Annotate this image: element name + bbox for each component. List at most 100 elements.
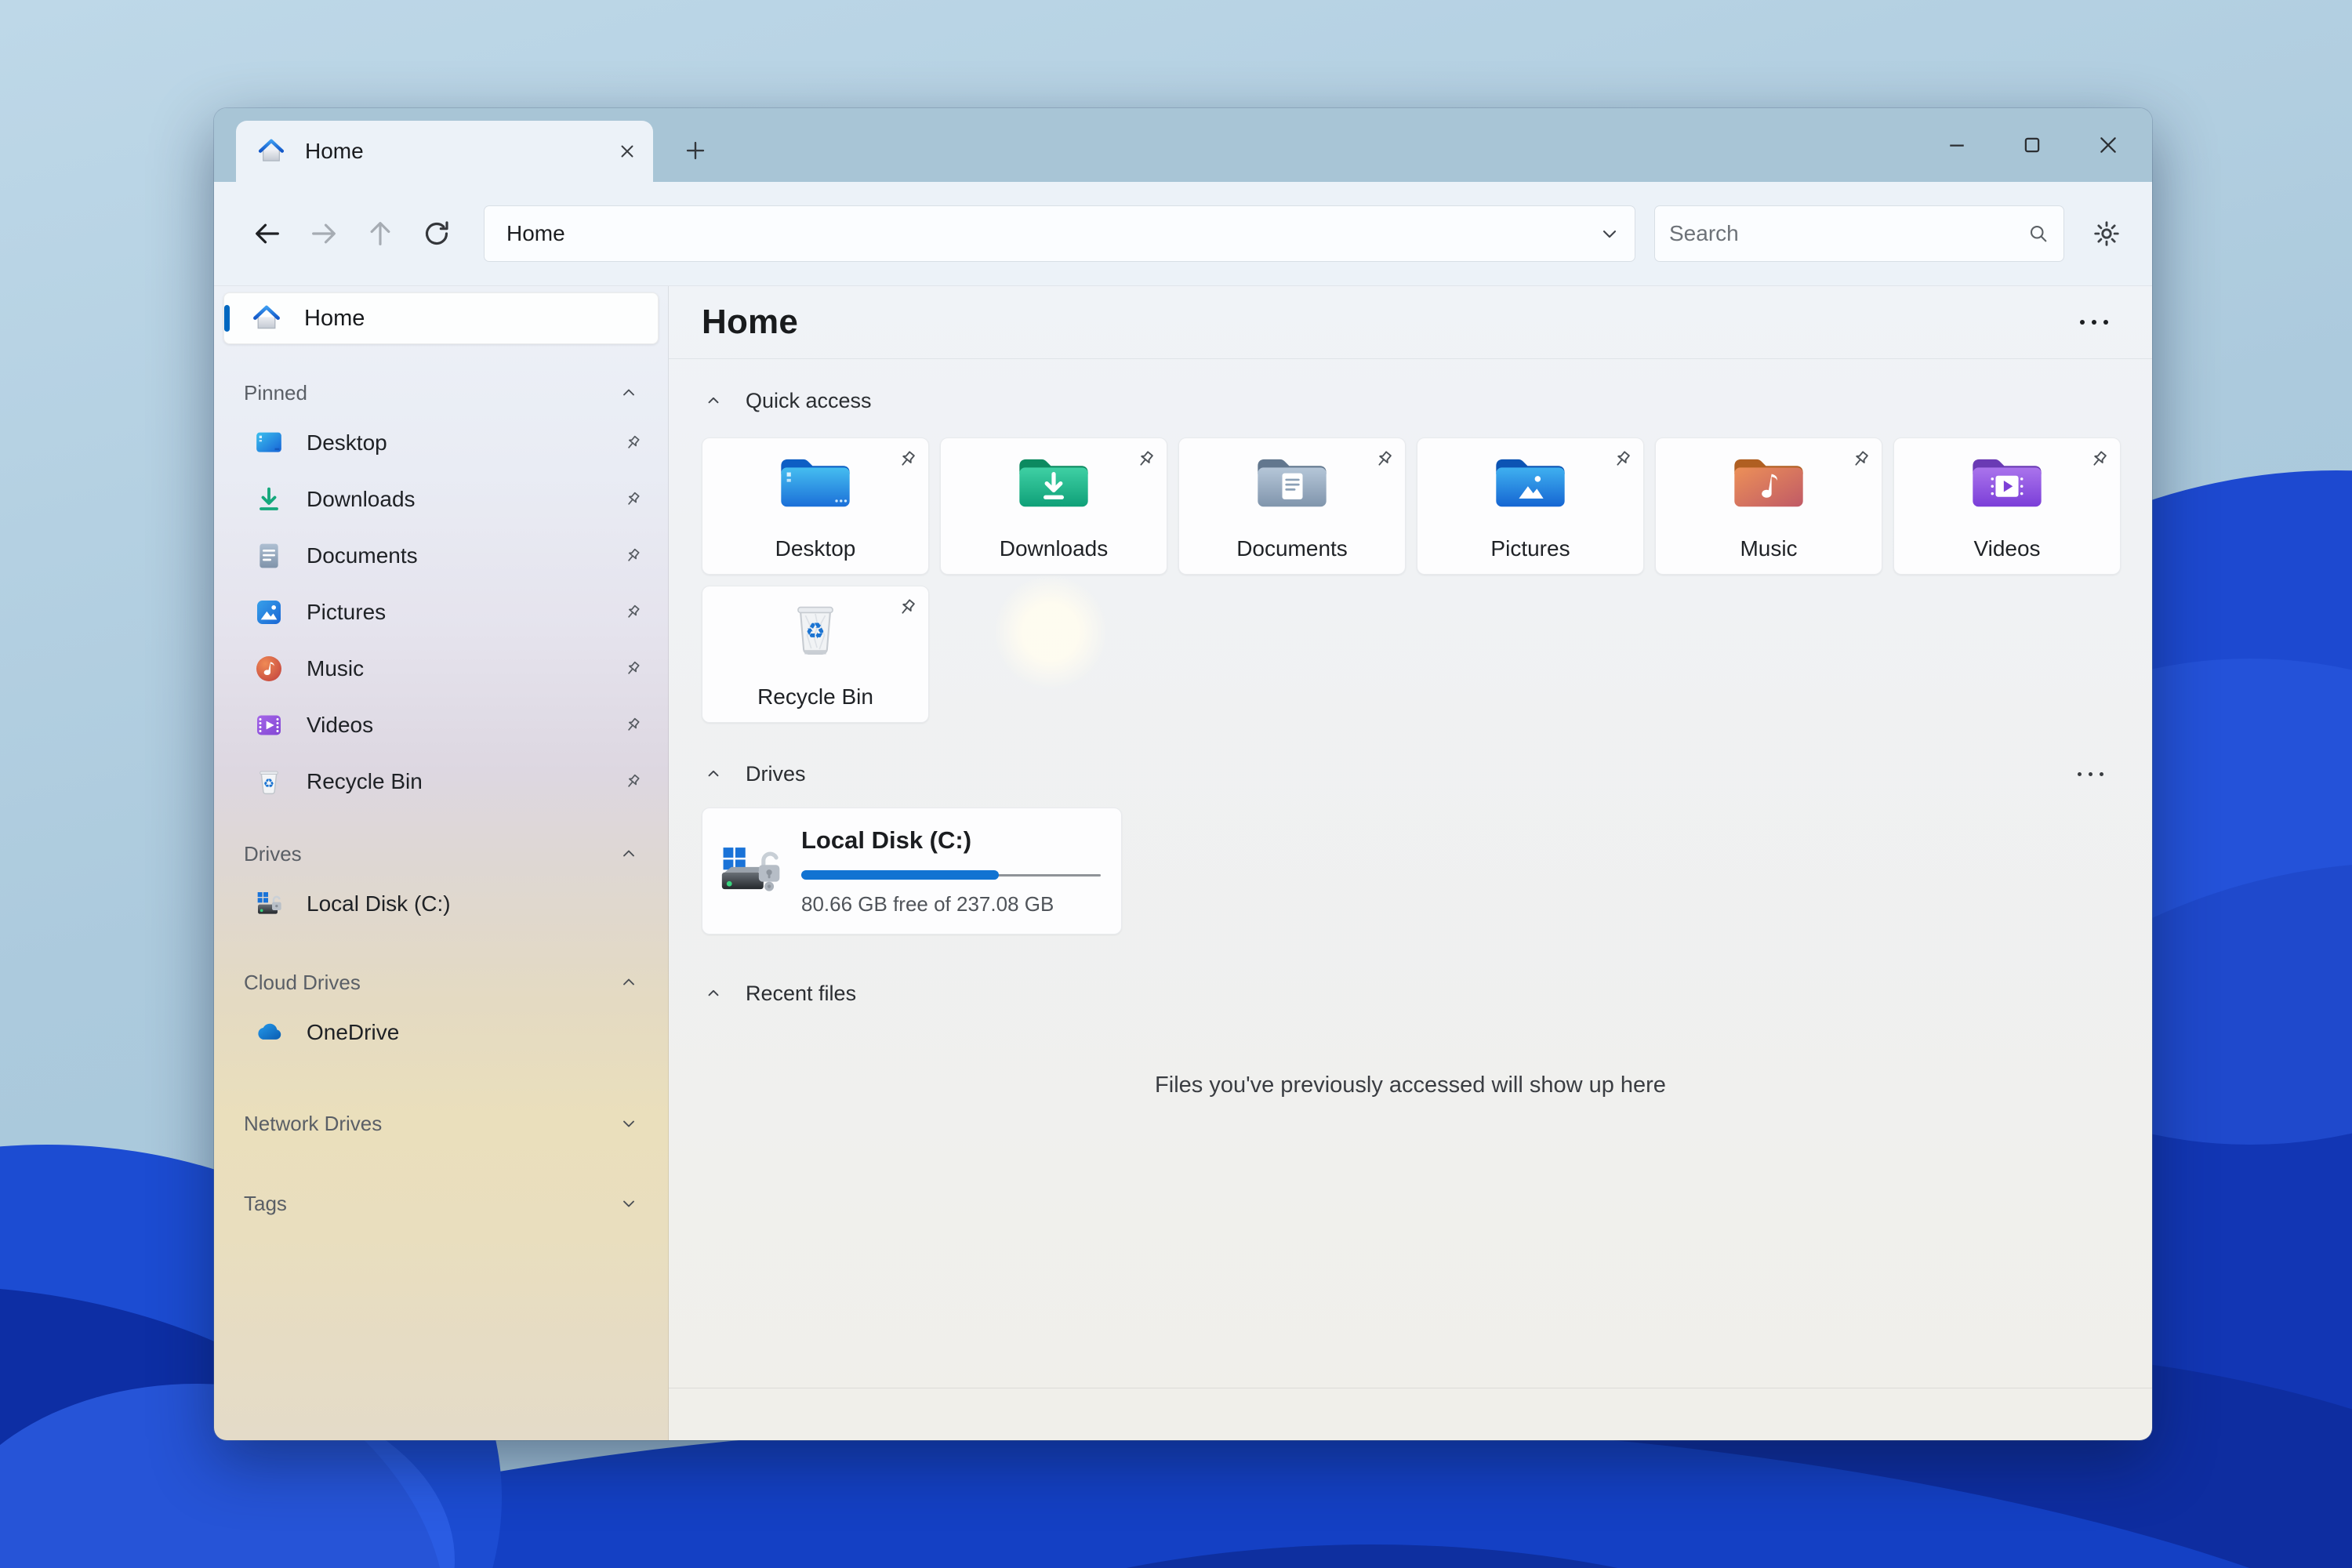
sidebar-item-label: Desktop — [307, 430, 387, 455]
tab-home[interactable]: Home — [236, 121, 653, 182]
card-label: Documents — [1236, 536, 1348, 561]
sidebar-item-downloads[interactable]: Downloads — [214, 471, 668, 528]
sidebar-section-cloud-drives[interactable]: Cloud Drives — [214, 960, 668, 1004]
chevron-up-icon — [705, 392, 722, 409]
close-icon — [2100, 137, 2116, 153]
sidebar-item-label: Videos — [307, 713, 374, 737]
pin-icon[interactable] — [622, 546, 643, 566]
quick-access-card-recycle-bin[interactable]: ♻ Recycle Bin — [702, 586, 929, 723]
recycle-bin-icon: ♻ — [797, 606, 833, 655]
sidebar-item-local-disk[interactable]: Local Disk (C:) — [214, 876, 668, 932]
address-bar[interactable]: Home — [484, 205, 1635, 262]
sidebar-item-label: Local Disk (C:) — [307, 891, 451, 916]
pin-icon[interactable] — [622, 489, 643, 510]
pin-icon[interactable] — [622, 602, 643, 622]
sidebar-section-network-drives[interactable]: Network Drives — [214, 1102, 668, 1145]
section-label: Tags — [244, 1191, 287, 1215]
usage-fill — [801, 869, 1000, 880]
drive-card-local-disk[interactable]: Local Disk (C:) 80.66 GB free of 237.08 … — [702, 808, 1122, 935]
section-label: Cloud Drives — [244, 970, 361, 994]
card-label: Pictures — [1490, 536, 1570, 561]
sidebar-item-documents[interactable]: Documents — [214, 528, 668, 584]
chevron-up-icon — [623, 389, 634, 396]
search-box — [1654, 205, 2064, 262]
sidebar-item-desktop[interactable]: Desktop — [214, 415, 668, 471]
pin-icon[interactable] — [622, 715, 643, 735]
recent-files-header[interactable]: Recent files — [669, 966, 2152, 1021]
ellipsis-icon — [2078, 771, 2103, 776]
settings-button[interactable] — [2085, 212, 2129, 256]
window-controls — [1945, 116, 2121, 174]
quick-access-card-pictures[interactable]: Pictures — [1417, 437, 1644, 575]
forward-button[interactable] — [302, 212, 346, 256]
minimize-icon — [1950, 144, 1964, 147]
back-button[interactable] — [245, 212, 289, 256]
sidebar-item-music[interactable]: Music — [214, 641, 668, 697]
plus-icon — [686, 141, 705, 160]
sidebar-item-onedrive[interactable]: OneDrive — [214, 1004, 668, 1061]
drives-more-button[interactable] — [2078, 771, 2103, 776]
folder-desktop-icon — [781, 459, 850, 507]
quick-access-header[interactable]: Quick access — [669, 373, 2152, 428]
pin-icon[interactable] — [622, 771, 643, 792]
maximize-button[interactable] — [2020, 133, 2044, 157]
up-button[interactable] — [358, 212, 402, 256]
navigation-toolbar: Home — [214, 182, 2152, 286]
arrow-up-icon — [370, 222, 390, 245]
pin-icon[interactable] — [895, 448, 919, 471]
home-icon — [258, 139, 285, 162]
pin-icon[interactable] — [1849, 448, 1872, 471]
quick-access-card-music[interactable]: Music — [1655, 437, 1882, 575]
folder-pictures-icon — [1496, 459, 1565, 507]
close-button[interactable] — [2096, 132, 2121, 158]
pin-icon[interactable] — [1134, 448, 1157, 471]
sidebar-item-videos[interactable]: Videos — [214, 697, 668, 753]
new-tab-button[interactable] — [675, 130, 716, 171]
address-value: Home — [506, 221, 565, 245]
refresh-button[interactable] — [415, 212, 459, 256]
pin-icon[interactable] — [1610, 448, 1634, 471]
pin-icon[interactable] — [622, 433, 643, 453]
folder-documents-icon — [1258, 459, 1327, 507]
svg-text:♻: ♻ — [805, 619, 825, 644]
section-label: Quick access — [746, 388, 872, 412]
tab-title: Home — [305, 139, 364, 163]
folder-videos-icon — [1973, 459, 2042, 507]
search-icon — [2030, 225, 2047, 242]
tab-close-button[interactable] — [617, 141, 637, 162]
sidebar-item-label: Documents — [307, 543, 418, 568]
sidebar-section-pinned[interactable]: Pinned — [214, 371, 668, 415]
sidebar-item-label: OneDrive — [307, 1020, 400, 1044]
pin-icon[interactable] — [895, 596, 919, 619]
quick-access-card-documents[interactable]: Documents — [1178, 437, 1406, 575]
card-label: Videos — [1973, 536, 2041, 561]
chevron-up-icon — [705, 985, 722, 1002]
sidebar-item-pictures[interactable]: Pictures — [214, 584, 668, 641]
quick-access-card-desktop[interactable]: Desktop — [702, 437, 929, 575]
section-label: Recent files — [746, 981, 857, 1005]
desktop-wallpaper: Home Home Search Home Pinned Desktop Dow… — [0, 0, 2352, 1568]
recent-files-empty-message: Files you've previously accessed will sh… — [1155, 1073, 1666, 1098]
quick-access-card-downloads[interactable]: Downloads — [940, 437, 1167, 575]
sidebar-item-label: Home — [304, 305, 365, 331]
pin-icon[interactable] — [2087, 448, 2111, 471]
sidebar-section-drives[interactable]: Drives — [214, 832, 668, 876]
window-content: Home Pinned Desktop Downloads Documents … — [214, 286, 2152, 1440]
sidebar-item-home[interactable]: Home — [223, 292, 659, 344]
folder-music-icon — [1734, 459, 1803, 507]
music-note-icon — [256, 656, 281, 681]
onedrive-cloud-icon — [258, 1023, 281, 1040]
address-dropdown-button[interactable] — [1599, 223, 1621, 245]
more-options-button[interactable] — [2080, 320, 2108, 325]
minimize-button[interactable] — [1945, 133, 1969, 157]
pin-icon[interactable] — [1372, 448, 1396, 471]
sidebar-section-tags[interactable]: Tags — [214, 1181, 668, 1225]
sidebar-item-recycle-bin[interactable]: ♻ Recycle Bin — [214, 753, 668, 810]
pin-icon[interactable] — [622, 659, 643, 679]
close-icon — [621, 145, 633, 158]
drives-header[interactable]: Drives — [669, 746, 2152, 801]
section-label: Drives — [244, 841, 302, 866]
quick-access-card-videos[interactable]: Videos — [1893, 437, 2121, 575]
search-input[interactable] — [1660, 221, 2027, 246]
card-label: Music — [1740, 536, 1798, 561]
